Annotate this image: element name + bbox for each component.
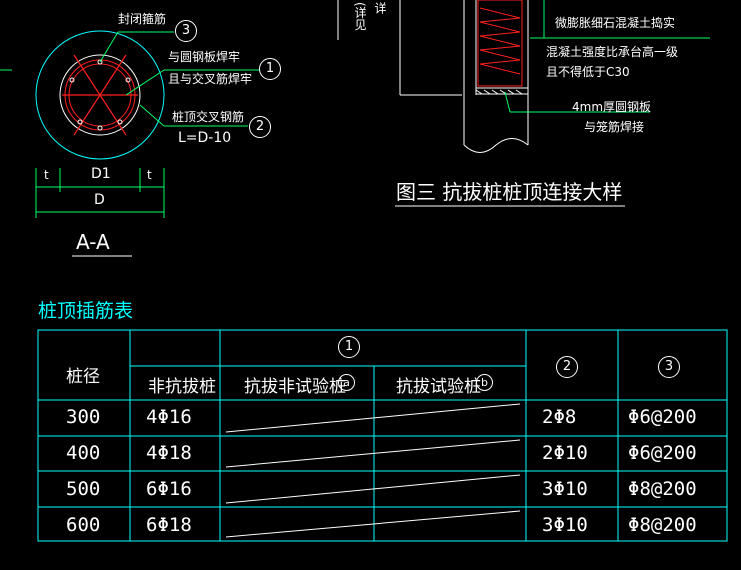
row-c2: 2Φ8 <box>542 406 577 428</box>
mark-a: a <box>338 374 355 391</box>
dim-d1: D1 <box>91 166 111 182</box>
row-dia: 600 <box>66 514 101 536</box>
marker-3: 3 <box>175 20 197 42</box>
cell-diagonal <box>225 403 521 433</box>
row-dia: 300 <box>66 406 101 428</box>
row-dia: 500 <box>66 478 101 500</box>
row-c3: Φ8@200 <box>628 514 697 536</box>
dim-t-right: t <box>147 168 152 182</box>
rebar-cage <box>479 7 521 75</box>
marker-2: 2 <box>249 116 271 138</box>
break-line <box>463 138 529 153</box>
note-concrete-1: 微膨胀细石混凝土捣实 <box>555 16 676 30</box>
row-non-uplift: 6Φ18 <box>146 514 192 536</box>
col-2: 2 <box>556 356 578 378</box>
plate-hatch <box>475 89 523 95</box>
label-cross-bar: 桩顶交叉钢筋 <box>172 110 245 124</box>
label-weld-1: 与圆钢板焊牢 <box>168 50 241 64</box>
row-non-uplift: 4Φ18 <box>146 442 192 464</box>
row-c3: Φ6@200 <box>628 406 697 428</box>
col-non-uplift: 非抗拔桩 <box>148 377 216 397</box>
row-dia: 400 <box>66 442 101 464</box>
cell-diagonal <box>225 474 521 504</box>
row-c2: 3Φ10 <box>542 514 588 536</box>
table-title: 桩顶插筋表 <box>38 300 134 322</box>
row-c2: 2Φ10 <box>542 442 588 464</box>
cell-diagonal <box>225 439 521 468</box>
rebar-dot <box>97 125 103 131</box>
cell-diagonal <box>225 510 521 538</box>
note-plate-1: 4mm厚圆钢板 <box>572 100 652 114</box>
col-pile-dia: 桩径 <box>66 367 100 387</box>
label-length: L=D-10 <box>178 130 232 146</box>
dim-d: D <box>94 192 105 208</box>
row-c3: Φ6@200 <box>628 442 697 464</box>
rebar-table-grid <box>37 329 728 542</box>
figure-title: 图三 抗拔桩桩顶连接大样 <box>396 180 623 204</box>
row-non-uplift: 6Φ16 <box>146 478 192 500</box>
row-c3: Φ8@200 <box>628 478 697 500</box>
note-plate-2: 与笼筋焊接 <box>584 120 645 134</box>
dim-t-left: t <box>44 168 49 182</box>
row-non-uplift: 4Φ16 <box>146 406 192 428</box>
leader-1 <box>125 69 165 96</box>
label-weld-2: 且与交叉筋焊牢 <box>168 72 253 86</box>
row-c2: 3Φ10 <box>542 478 588 500</box>
section-title: A-A <box>76 230 110 254</box>
marker-1: 1 <box>259 58 281 80</box>
note-concrete-3: 且不得低于C30 <box>546 65 630 79</box>
col-uplift-test: 抗拔试验桩 <box>396 377 481 397</box>
col-group-1: 1 <box>338 336 360 358</box>
leader-plate <box>504 91 511 113</box>
col-3: 3 <box>658 356 680 378</box>
vertical-note-2: 详 <box>373 2 387 14</box>
leader-3 <box>99 31 119 63</box>
vertical-note: (详见 <box>353 2 367 31</box>
mark-b: b <box>476 374 493 391</box>
label-closure-hoop: 封闭箍筋 <box>118 12 167 26</box>
note-concrete-2: 混凝土强度比承台高一级 <box>546 45 679 59</box>
col-uplift-nontest: 抗拔非试验桩 <box>244 377 346 397</box>
